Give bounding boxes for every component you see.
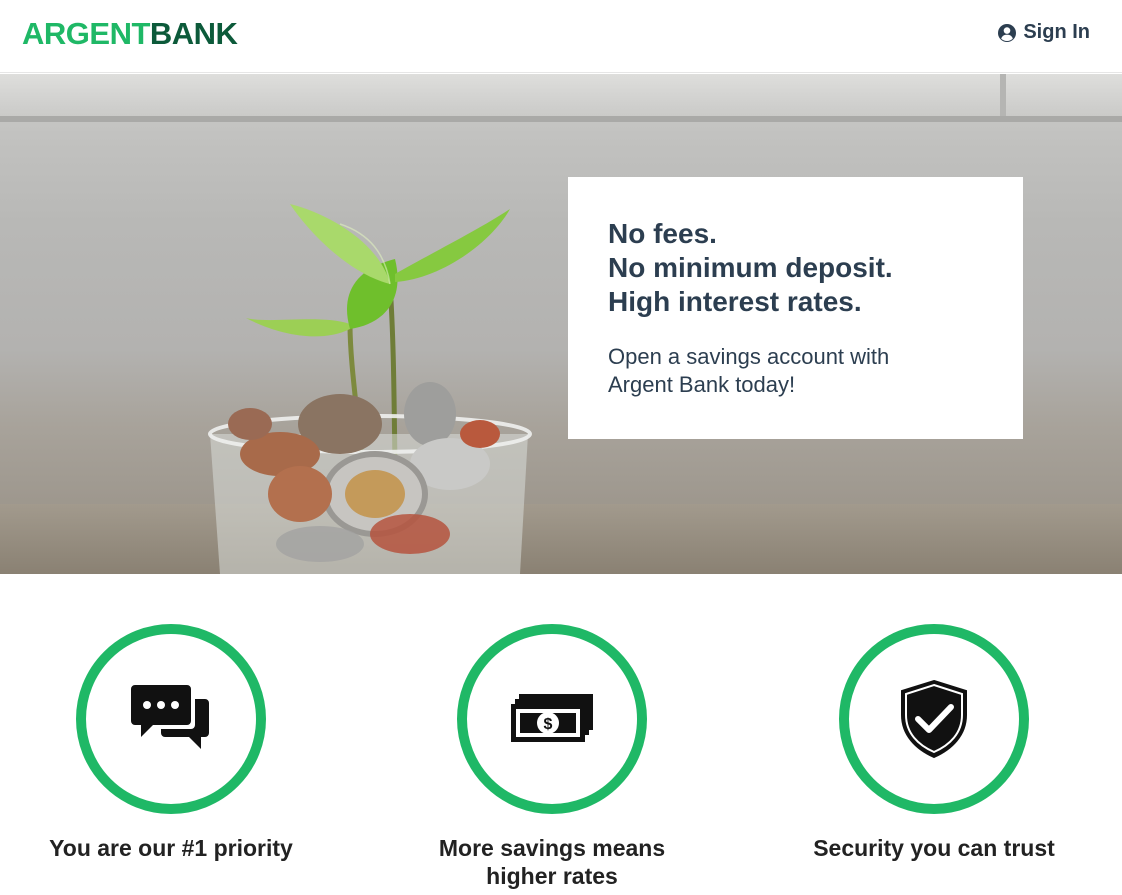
logo-text-argent: ARGENT: [22, 16, 150, 51]
hero-background-window: [0, 74, 1122, 116]
plant-coins-jar-image: [208, 204, 532, 574]
svg-text:$: $: [544, 716, 553, 733]
user-circle-icon: [998, 23, 1017, 42]
promo-headline: No fees. No minimum deposit. High intere…: [608, 217, 983, 319]
hero-window-frame: [1000, 74, 1006, 116]
feature-priority: You are our #1 priority: [1, 624, 341, 862]
feature-title: Security you can trust: [813, 835, 1055, 861]
money-bill-icon: $: [511, 694, 593, 742]
feature-icon-circle: [839, 624, 1029, 814]
hero-background-table: [0, 504, 1122, 574]
headline-line-1: No fees.: [608, 218, 717, 249]
feature-icon-circle: $: [457, 624, 647, 814]
feature-title: You are our #1 priority: [49, 835, 293, 861]
hero-banner: No fees. No minimum deposit. High intere…: [0, 74, 1122, 574]
feature-title: More savings means higher rates: [438, 835, 666, 889]
logo-text-bank: BANK: [149, 16, 238, 51]
hero-window-sill: [0, 116, 1122, 122]
feature-security: Security you can trust: [764, 624, 1104, 862]
chat-bubbles-icon: [131, 685, 209, 749]
shield-check-icon: [901, 679, 967, 759]
sign-in-link[interactable]: Sign In: [997, 21, 1090, 44]
feature-savings: $ More savings means higher rates: [382, 624, 722, 890]
feature-icon-circle: [76, 624, 266, 814]
headline-line-2: No minimum deposit.: [608, 252, 893, 283]
promo-subtext: Open a savings account with Argent Bank …: [608, 344, 890, 397]
promo-card: No fees. No minimum deposit. High intere…: [568, 177, 1023, 439]
headline-line-3: High interest rates.: [608, 286, 862, 317]
sign-in-label: Sign In: [1023, 21, 1090, 43]
main-nav: ARGENTBANK Sign In: [0, 0, 1122, 73]
brand-logo[interactable]: ARGENTBANK: [22, 16, 238, 52]
